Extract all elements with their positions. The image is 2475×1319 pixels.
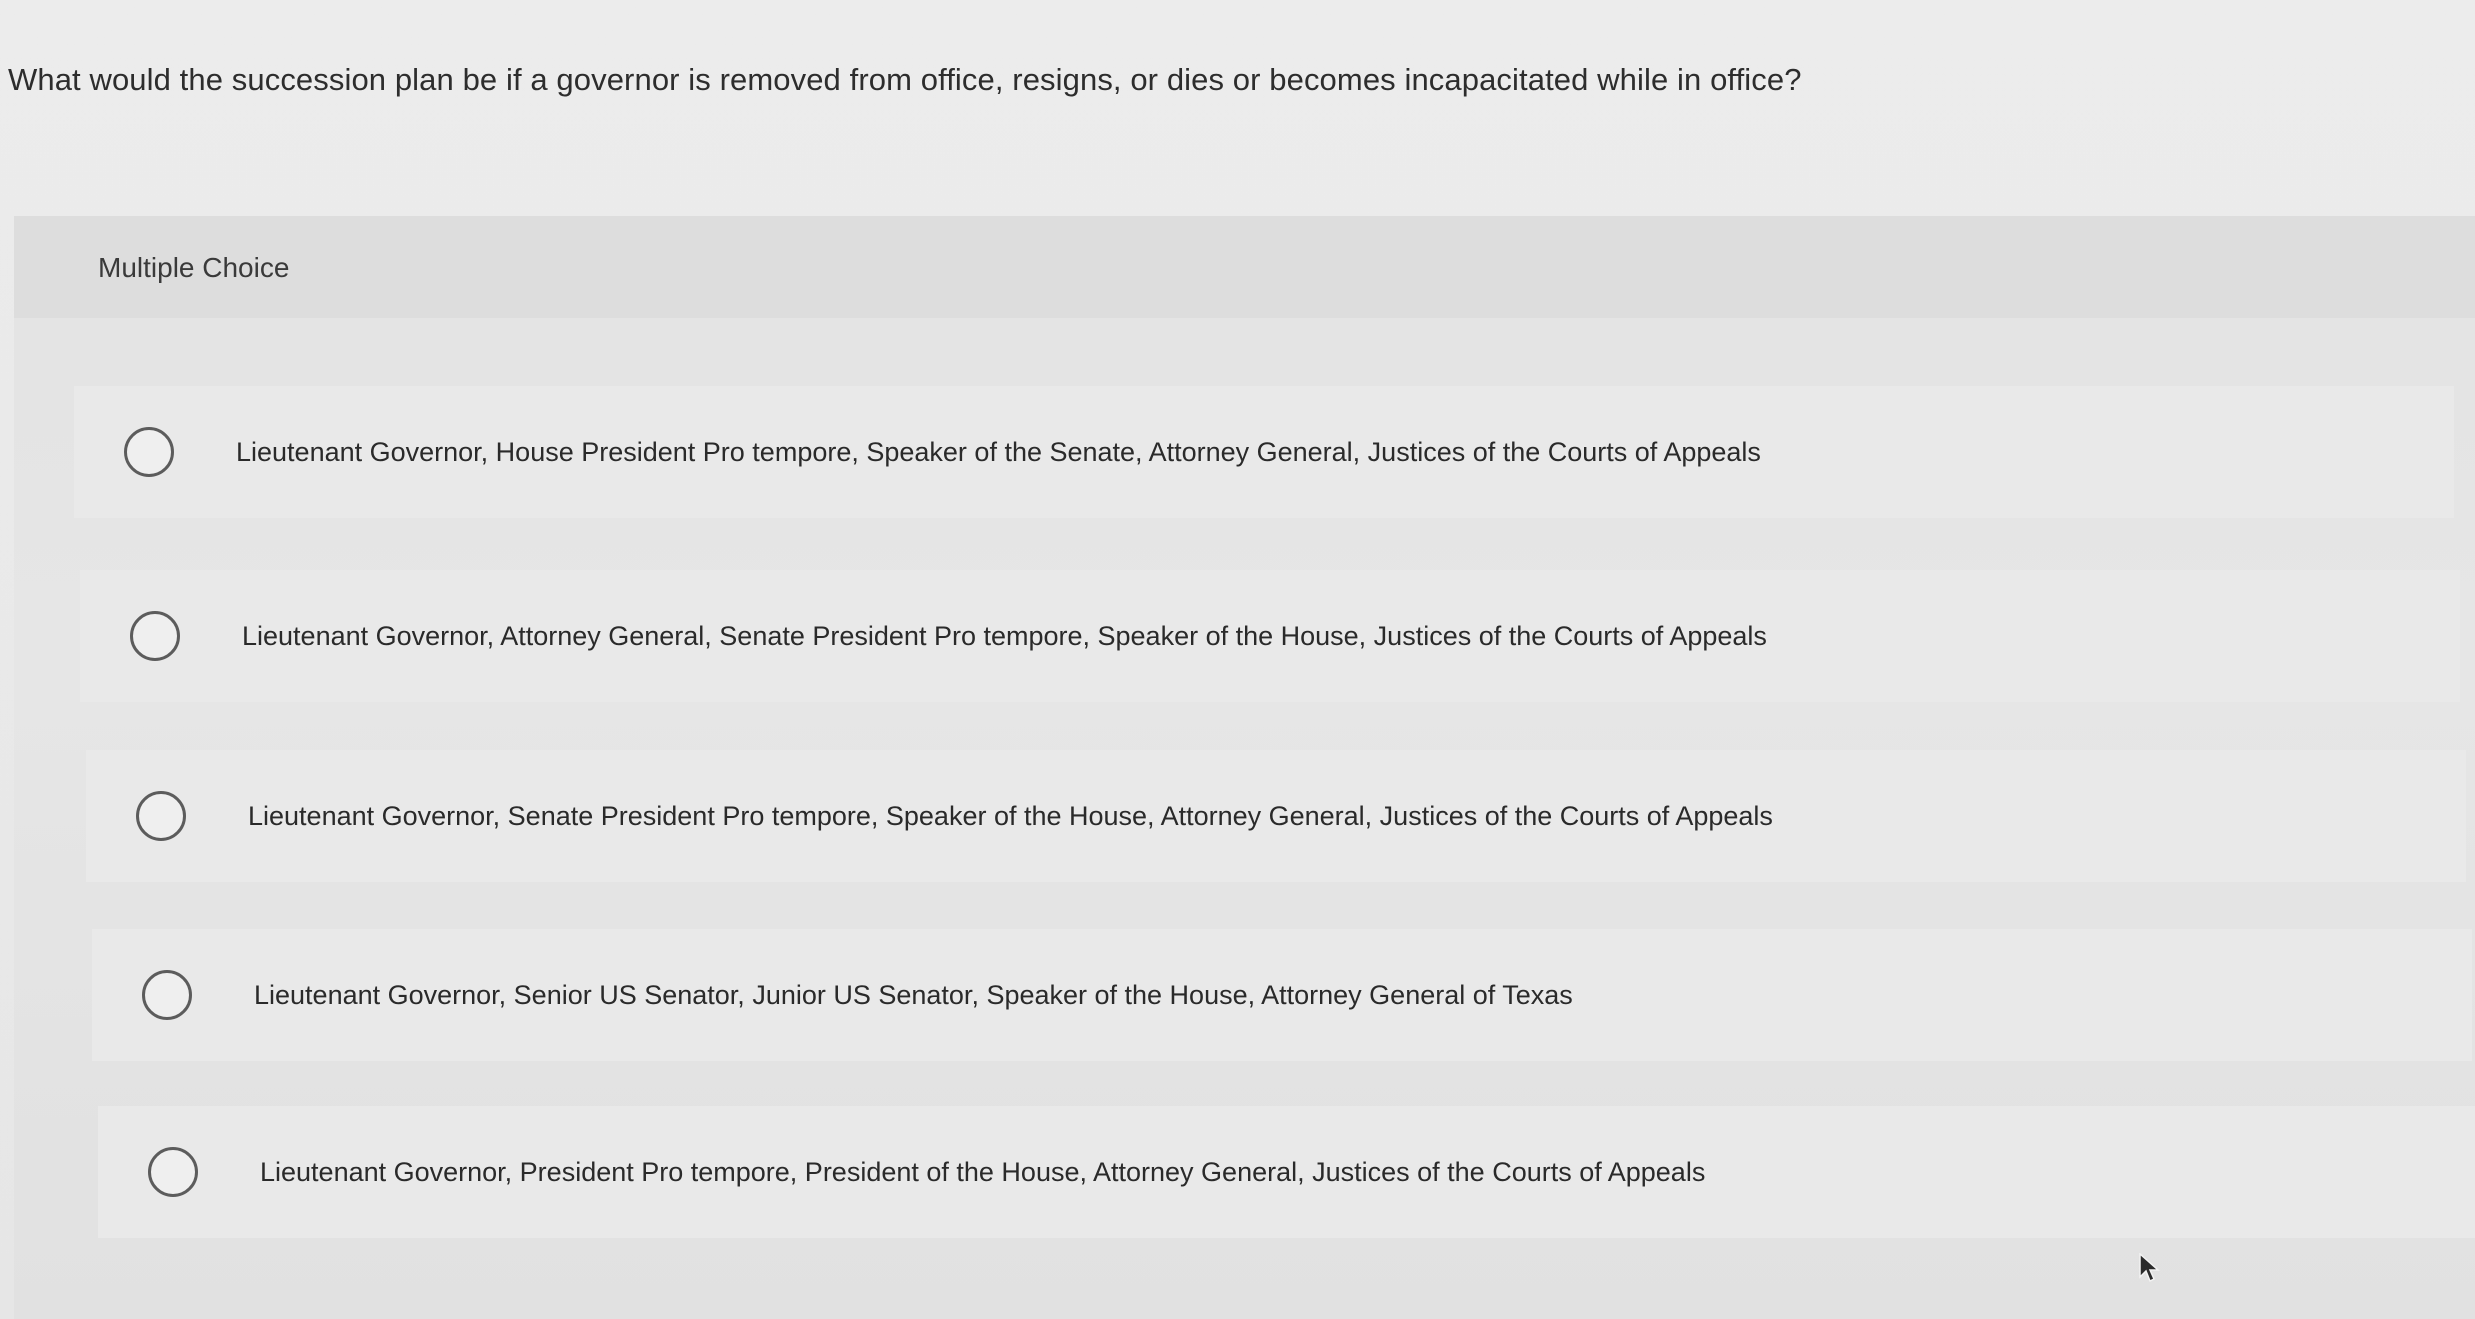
answer-option-5[interactable]: Lieutenant Governor, President Pro tempo…: [98, 1106, 2475, 1238]
question-text: What would the succession plan be if a g…: [8, 62, 1802, 97]
mouse-pointer-icon: [2139, 1253, 2160, 1283]
answer-option-2[interactable]: Lieutenant Governor, Attorney General, S…: [80, 570, 2460, 702]
radio-unchecked-icon[interactable]: [142, 970, 192, 1020]
answer-option-label[interactable]: Lieutenant Governor, Attorney General, S…: [242, 621, 1767, 652]
radio-unchecked-icon[interactable]: [148, 1147, 198, 1197]
answer-option-label[interactable]: Lieutenant Governor, Senior US Senator, …: [254, 980, 1573, 1011]
answer-option-3[interactable]: Lieutenant Governor, Senate President Pr…: [86, 750, 2466, 882]
radio-unchecked-icon[interactable]: [130, 611, 180, 661]
answer-panel: Multiple Choice Lieutenant Governor, Hou…: [14, 216, 2475, 1319]
panel-header: Multiple Choice: [14, 216, 2475, 318]
answer-option-4[interactable]: Lieutenant Governor, Senior US Senator, …: [92, 929, 2472, 1061]
answer-option-label[interactable]: Lieutenant Governor, Senate President Pr…: [248, 801, 1773, 832]
radio-unchecked-icon[interactable]: [124, 427, 174, 477]
question-type-label: Multiple Choice: [98, 252, 290, 283]
answer-option-label[interactable]: Lieutenant Governor, President Pro tempo…: [260, 1157, 1705, 1188]
radio-unchecked-icon[interactable]: [136, 791, 186, 841]
answer-option-1[interactable]: Lieutenant Governor, House President Pro…: [74, 386, 2454, 518]
answer-option-label[interactable]: Lieutenant Governor, House President Pro…: [236, 437, 1761, 468]
